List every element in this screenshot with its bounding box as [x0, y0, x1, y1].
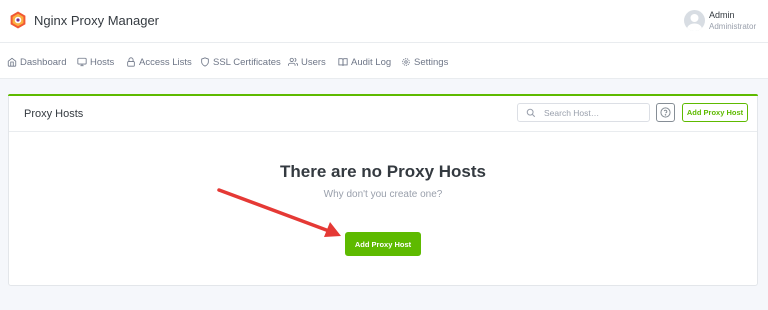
nav-item-label: Hosts — [90, 56, 115, 68]
nav-item-label: Dashboard — [20, 56, 67, 68]
nav-item-label: SSL Certificates — [213, 56, 281, 68]
book-icon — [338, 58, 348, 66]
nav-item-label: Audit Log — [351, 56, 392, 68]
nginx-proxy-manager-logo[interactable] — [9, 11, 27, 29]
main-nav: Dashboard Hosts Access Lists SSL Certifi… — [0, 43, 768, 79]
avatar[interactable] — [684, 10, 705, 31]
search-input[interactable] — [544, 106, 644, 119]
nav-item-dashboard[interactable]: Dashboard — [7, 55, 66, 69]
gear-icon — [402, 58, 410, 66]
search-icon — [526, 108, 536, 118]
nav-item-label: Users — [301, 56, 326, 68]
user-role: Administrator — [709, 22, 757, 31]
users-icon — [288, 57, 298, 66]
card-header: Proxy Hosts Add Proxy Host — [9, 96, 757, 132]
help-circle-icon — [660, 107, 671, 118]
nav-item-audit-log[interactable]: Audit Log — [338, 55, 391, 69]
nav-item-users[interactable]: Users — [288, 55, 326, 69]
nav-item-hosts[interactable]: Hosts — [77, 55, 114, 69]
user-name[interactable]: Admin — [709, 10, 735, 20]
nav-item-access-lists[interactable]: Access Lists — [126, 55, 192, 69]
home-icon — [7, 57, 17, 67]
add-proxy-host-header-button[interactable]: Add Proxy Host — [682, 103, 748, 122]
help-button[interactable] — [656, 103, 675, 122]
lock-icon — [127, 57, 135, 67]
top-header: Nginx Proxy Manager Admin Administrator — [0, 0, 768, 43]
add-proxy-host-button[interactable]: Add Proxy Host — [345, 232, 421, 256]
user-avatar-icon — [687, 14, 702, 31]
card-title: Proxy Hosts — [24, 108, 84, 120]
nav-item-label: Access Lists — [139, 56, 192, 68]
search-box[interactable] — [517, 103, 650, 122]
proxy-hosts-card: Proxy Hosts Add Proxy Host There are no … — [8, 94, 758, 286]
nav-item-settings[interactable]: Settings — [401, 55, 448, 69]
nav-item-ssl-certificates[interactable]: SSL Certificates — [200, 55, 281, 69]
shield-icon — [201, 57, 209, 67]
empty-state-title: There are no Proxy Hosts — [280, 162, 486, 181]
monitor-icon — [77, 57, 87, 67]
app-title: Nginx Proxy Manager — [34, 13, 159, 28]
empty-state-subtitle: Why don't you create one? — [323, 189, 443, 200]
nav-item-label: Settings — [414, 56, 449, 68]
